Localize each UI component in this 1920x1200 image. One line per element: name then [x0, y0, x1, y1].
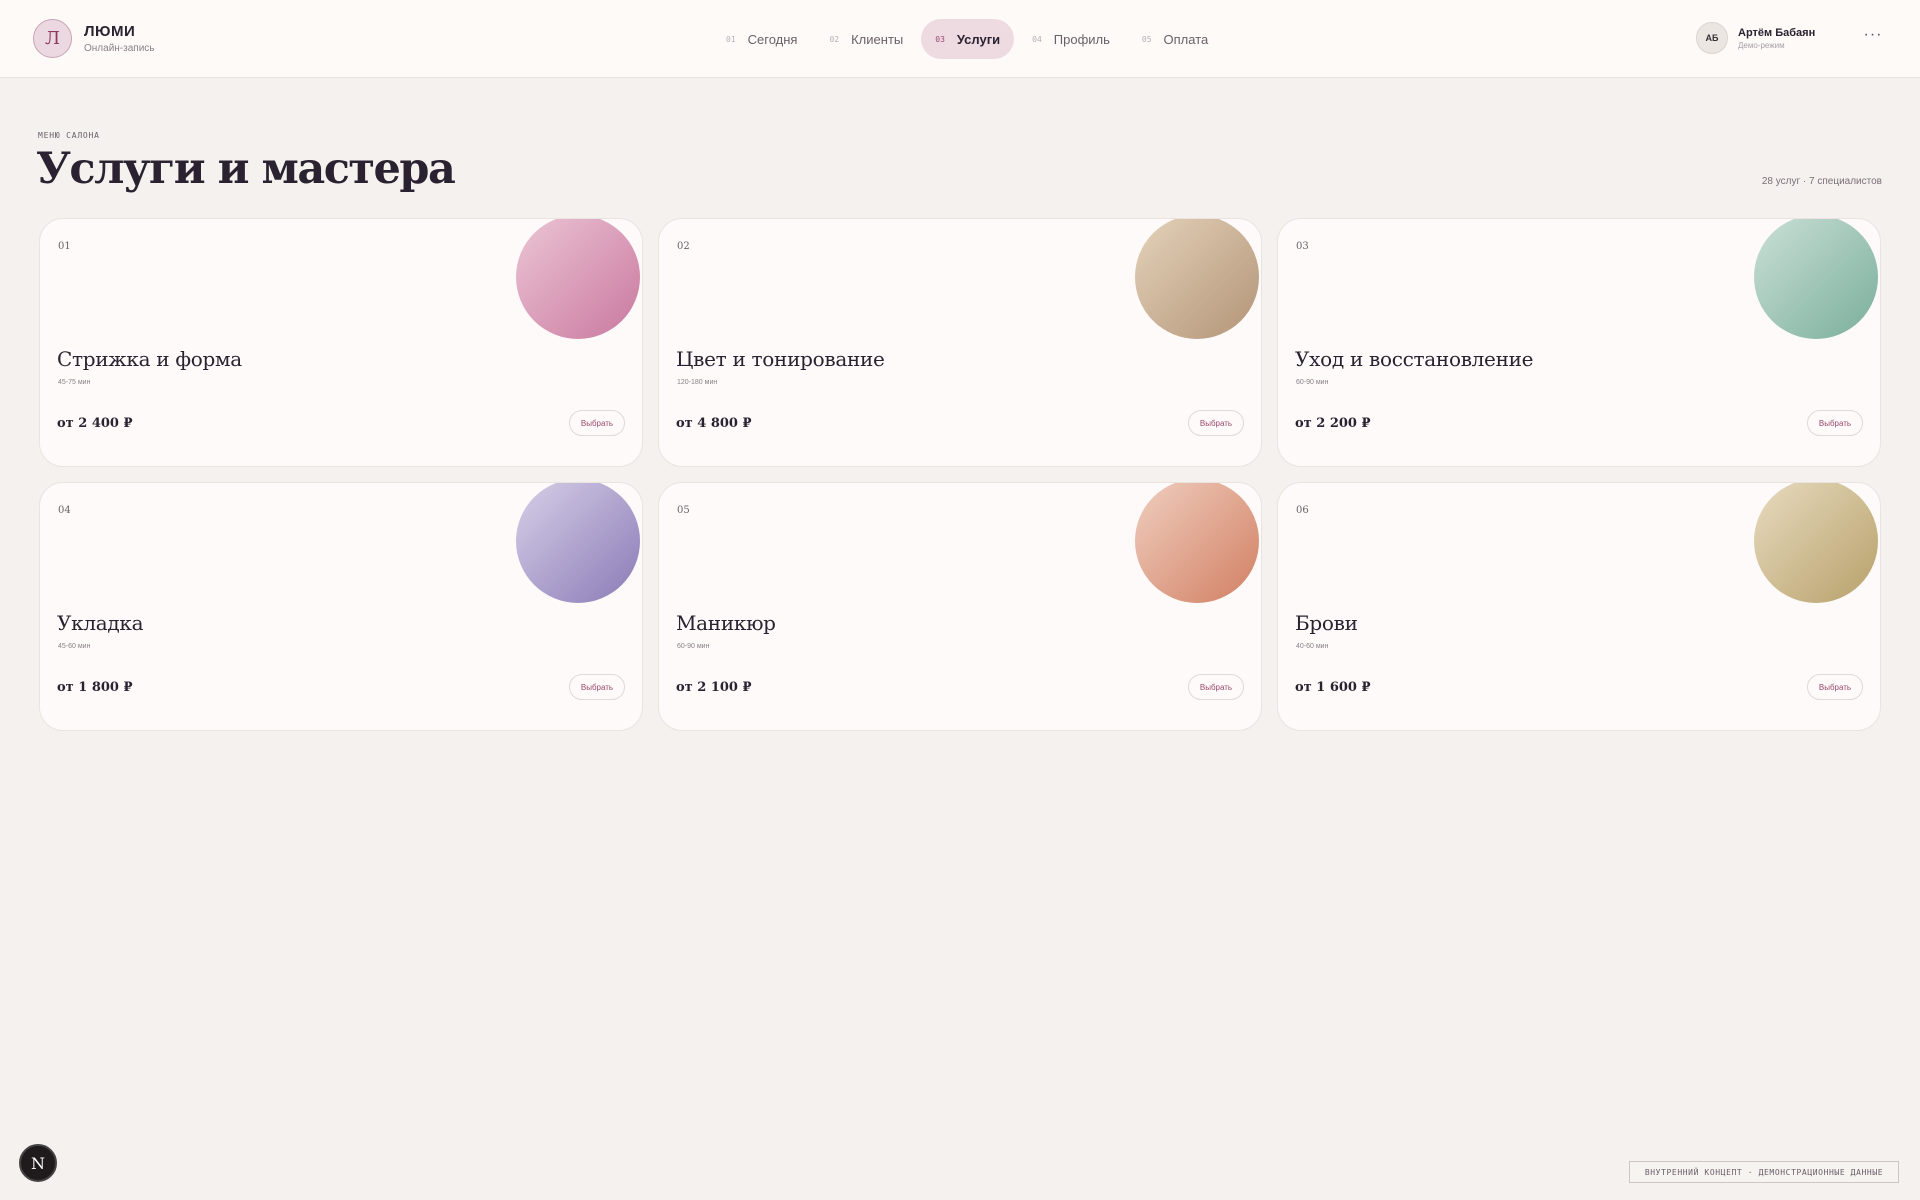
- card-price: от 1 600 ₽: [1295, 680, 1371, 695]
- card-price: от 4 800 ₽: [676, 416, 752, 431]
- card-title: Цвет и тонирование: [676, 347, 885, 371]
- select-button[interactable]: Выбрать: [569, 674, 625, 700]
- brand[interactable]: Л ЛЮМИ Онлайн-запись: [33, 19, 155, 58]
- nav-item-number: 04: [1032, 34, 1042, 44]
- brand-name: ЛЮМИ: [84, 23, 136, 40]
- nav-item-label: Профиль: [1053, 31, 1110, 47]
- page-meta: 28 услуг · 7 специалистов: [1761, 176, 1882, 187]
- card-number: 05: [677, 505, 690, 516]
- card-duration: 120-180 мин: [677, 379, 718, 386]
- nav-item-profile[interactable]: 04 Профиль: [1018, 19, 1124, 59]
- nav-item-number: 02: [829, 34, 840, 44]
- nav-item-label: Клиенты: [851, 31, 904, 47]
- more-menu-icon[interactable]: ···: [1860, 27, 1886, 49]
- card-number: 01: [58, 241, 71, 252]
- card-number: 06: [1296, 505, 1309, 516]
- card-title: Маникюр: [676, 611, 776, 635]
- top-bar: Л ЛЮМИ Онлайн-запись 01 Сегодня 02 Клиен…: [0, 0, 1920, 78]
- nav-item-number: 03: [935, 34, 945, 44]
- brand-subtitle: Онлайн-запись: [84, 43, 155, 54]
- nav-item-today[interactable]: 01 Сегодня: [712, 19, 811, 59]
- card-price: от 2 200 ₽: [1295, 416, 1371, 431]
- nav-item-label: Сегодня: [747, 31, 798, 47]
- user-profile[interactable]: АБ Артём Бабаян Демо-режим: [1696, 22, 1815, 54]
- dev-tools-button[interactable]: N: [19, 1144, 57, 1182]
- service-card[interactable]: 03 Уход и восстановление 60-90 мин от 2 …: [1277, 218, 1881, 467]
- card-duration: 45-75 мин: [58, 379, 91, 386]
- brand-logo: Л: [33, 19, 72, 58]
- user-mode: Демо-режим: [1738, 40, 1785, 50]
- nav-item-payment[interactable]: 05 Оплата: [1128, 19, 1222, 59]
- avatar: АБ: [1696, 22, 1728, 54]
- service-card[interactable]: 01 Стрижка и форма 45-75 мин от 2 400 ₽ …: [39, 218, 643, 467]
- service-card[interactable]: 06 Брови 40-60 мин от 1 600 ₽ Выбрать: [1277, 482, 1881, 731]
- main-nav: 01 Сегодня 02 Клиенты 03 Услуги 04 Профи…: [712, 19, 1226, 59]
- card-number: 02: [677, 241, 690, 252]
- select-button[interactable]: Выбрать: [569, 410, 625, 436]
- card-number: 03: [1296, 241, 1309, 252]
- nav-item-label: Услуги: [956, 31, 1001, 47]
- card-title: Брови: [1295, 611, 1358, 635]
- card-price: от 2 100 ₽: [676, 680, 752, 695]
- page-eyebrow: МЕНЮ САЛОНА: [38, 131, 100, 140]
- nav-item-number: 05: [1141, 34, 1152, 44]
- card-duration: 60-90 мин: [1296, 379, 1329, 386]
- card-duration: 45-60 мин: [58, 643, 91, 650]
- card-title: Стрижка и форма: [57, 347, 242, 371]
- nav-item-clients[interactable]: 02 Клиенты: [815, 19, 917, 59]
- select-button[interactable]: Выбрать: [1807, 410, 1863, 436]
- card-duration: 40-60 мин: [1296, 643, 1329, 650]
- nav-item-label: Оплата: [1163, 31, 1209, 47]
- nav-item-services[interactable]: 03 Услуги: [921, 19, 1015, 59]
- select-button[interactable]: Выбрать: [1188, 410, 1244, 436]
- service-card[interactable]: 05 Маникюр 60-90 мин от 2 100 ₽ Выбрать: [658, 482, 1262, 731]
- select-button[interactable]: Выбрать: [1188, 674, 1244, 700]
- user-name: Артём Бабаян: [1738, 26, 1816, 39]
- card-title: Уход и восстановление: [1295, 347, 1534, 371]
- card-price: от 2 400 ₽: [57, 416, 133, 431]
- page-title: Услуги и мастера: [36, 144, 456, 194]
- service-card[interactable]: 04 Укладка 45-60 мин от 1 800 ₽ Выбрать: [39, 482, 643, 731]
- service-card[interactable]: 02 Цвет и тонирование 120-180 мин от 4 8…: [658, 218, 1262, 467]
- card-title: Укладка: [57, 611, 144, 635]
- nav-item-number: 01: [726, 34, 736, 44]
- card-number: 04: [58, 505, 71, 516]
- card-duration: 60-90 мин: [677, 643, 710, 650]
- select-button[interactable]: Выбрать: [1807, 674, 1863, 700]
- card-price: от 1 800 ₽: [57, 680, 133, 695]
- footer-note: ВНУТРЕННИЙ КОНЦЕПТ · ДЕМОНСТРАЦИОННЫЕ ДА…: [1629, 1161, 1899, 1183]
